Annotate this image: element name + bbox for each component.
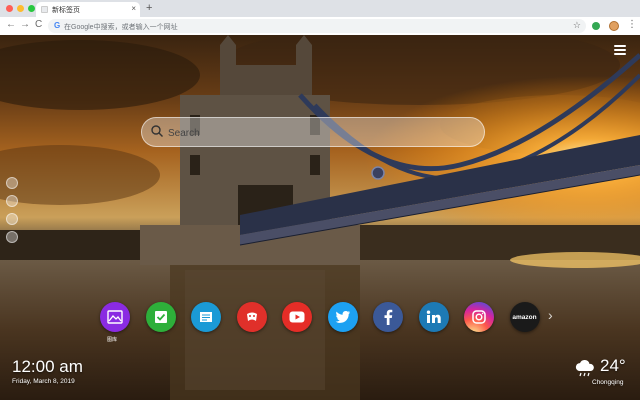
app-amazon-button[interactable]: amazon: [509, 302, 540, 332]
checklist-icon: [154, 311, 167, 323]
minimize-window-button[interactable]: [17, 5, 24, 12]
window-controls: [6, 5, 35, 12]
tab-favicon-icon: [41, 6, 48, 13]
gallery-icon: [107, 310, 123, 324]
app-instagram-button[interactable]: [464, 302, 494, 332]
facebook-icon: [384, 309, 393, 325]
social-pinterest-icon[interactable]: [6, 213, 18, 225]
app-facebook-button[interactable]: [373, 302, 403, 332]
app-shortcut-bar: amazon: [100, 302, 540, 332]
social-facebook-icon[interactable]: [6, 177, 18, 189]
browser-toolbar: ← → C G 在Google中搜索，或者输入一个网址 ☆: [0, 17, 640, 36]
forward-button[interactable]: →: [20, 19, 30, 30]
close-window-button[interactable]: [6, 5, 13, 12]
notes-icon: [200, 312, 212, 322]
clock-time: 12:00 am: [12, 357, 83, 376]
profile-avatar[interactable]: [609, 21, 619, 31]
app-gallery-button[interactable]: [100, 302, 130, 332]
youtube-icon: [289, 311, 305, 323]
chrome-menu-icon[interactable]: ⋮: [627, 19, 637, 30]
new-tab-button[interactable]: +: [146, 2, 152, 14]
weather-city: Chongqing: [592, 379, 624, 386]
social-twitter-icon[interactable]: [6, 195, 18, 207]
cloud-rain-icon: [575, 360, 594, 377]
app-twitter-button[interactable]: [327, 302, 358, 332]
maximize-window-button[interactable]: [28, 5, 35, 12]
tab-new-tab[interactable]: 新标签页 ×: [36, 2, 140, 17]
next-apps-arrow-icon[interactable]: ›: [548, 307, 553, 323]
app-linkedin-button[interactable]: [418, 302, 449, 332]
amazon-icon: amazon: [512, 313, 537, 321]
gamepad-icon: [246, 312, 257, 321]
tab-title: 新标签页: [52, 7, 80, 14]
app-todo-button[interactable]: [145, 302, 176, 332]
address-bar[interactable]: G 在Google中搜索，或者输入一个网址 ☆: [48, 19, 586, 33]
search-input[interactable]: [166, 124, 470, 142]
gallery-label: 图库: [107, 337, 118, 343]
app-games-button[interactable]: [236, 302, 267, 332]
app-youtube-button[interactable]: [282, 302, 312, 332]
address-bar-placeholder: 在Google中搜索，或者输入一个网址: [64, 24, 178, 31]
background-image: [0, 35, 640, 400]
new-tab-page: amazon 图库 › 12:00 am Friday, March 8, 20…: [0, 35, 640, 400]
instagram-icon: [472, 310, 486, 324]
back-button[interactable]: ←: [6, 19, 16, 30]
reload-button[interactable]: C: [35, 19, 42, 30]
clock-date: Friday, March 8, 2019: [12, 378, 75, 385]
app-notes-button[interactable]: [191, 302, 221, 332]
social-share-icon[interactable]: [6, 231, 18, 243]
tab-close-icon[interactable]: ×: [131, 4, 136, 13]
twitter-icon: [335, 311, 350, 323]
weather-temperature: 24°: [600, 356, 626, 375]
linkedin-icon: [426, 310, 441, 323]
search-box[interactable]: [141, 117, 485, 147]
search-icon: [151, 125, 163, 137]
hamburger-menu-icon[interactable]: [614, 45, 626, 55]
bookmark-star-icon[interactable]: ☆: [573, 20, 581, 31]
tab-strip: 新标签页 × +: [0, 0, 640, 17]
extension-icon[interactable]: [592, 22, 600, 30]
google-icon: G: [54, 21, 61, 30]
